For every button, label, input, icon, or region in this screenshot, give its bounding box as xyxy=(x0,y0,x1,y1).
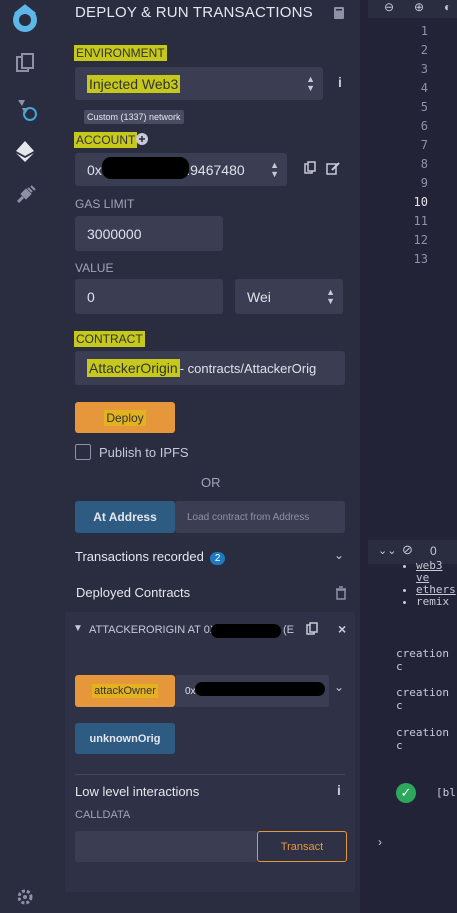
value-unit-select[interactable]: Wei ▲ ▼ xyxy=(235,279,343,314)
line-number: 1 xyxy=(420,24,428,38)
deploy-button[interactable]: Deploy xyxy=(75,402,175,433)
environment-label: ENVIRONMENT xyxy=(74,45,167,61)
low-level-interactions-label: Low level interactions xyxy=(75,784,200,799)
calldata-input[interactable] xyxy=(75,831,257,862)
account-label: ACCOUNT xyxy=(74,132,138,148)
terminal-line: creation c xyxy=(396,726,449,752)
plus-circle-icon[interactable] xyxy=(136,132,148,148)
info-icon[interactable]: i xyxy=(337,782,341,798)
line-number: 13 xyxy=(413,252,428,266)
select-arrows-icon: ▲ ▼ xyxy=(270,159,279,179)
contract-select[interactable]: AttackerOrigin - contracts/AttackerOrig xyxy=(75,351,345,385)
expand-icon[interactable]: ◐ xyxy=(444,0,451,14)
collapse-terminal-icon[interactable]: ⌄⌄ xyxy=(378,544,396,557)
plugin-icon[interactable] xyxy=(0,180,50,210)
pending-tx-count: 0 xyxy=(430,544,437,558)
copy-icon[interactable] xyxy=(304,161,316,178)
environment-select[interactable]: Injected Web3 ▲ ▼ xyxy=(75,67,323,100)
value-label: VALUE xyxy=(75,261,114,275)
line-number: 3 xyxy=(420,62,428,76)
line-number: 5 xyxy=(420,100,428,114)
value-input[interactable]: 0 xyxy=(75,279,223,314)
select-arrows-icon: ▲ ▼ xyxy=(326,286,335,306)
icon-sidebar xyxy=(0,0,50,913)
gas-limit-input[interactable]: 3000000 xyxy=(75,216,223,251)
transact-button[interactable]: Transact xyxy=(257,831,347,862)
line-number: 2 xyxy=(420,43,428,57)
chevron-down-icon[interactable]: ⌄ xyxy=(334,680,344,694)
terminal-line: creation c xyxy=(396,647,449,673)
check-circle-icon: ✓ xyxy=(396,783,416,803)
instance-title: ATTACKERORIGIN AT 0X xyxy=(89,624,218,636)
transactions-recorded[interactable]: Transactions recorded 2 xyxy=(75,549,226,565)
line-number: 9 xyxy=(420,176,428,190)
terminal-block: [bl xyxy=(436,786,456,799)
transactions-count-badge: 2 xyxy=(209,552,226,565)
gas-limit-label: GAS LIMIT xyxy=(75,197,135,211)
zoom-in-icon[interactable]: ⊕ xyxy=(414,0,424,14)
info-icon[interactable]: i xyxy=(338,74,342,90)
or-divider: OR xyxy=(201,475,221,490)
zoom-out-icon[interactable]: ⊖ xyxy=(384,0,394,14)
remix-logo-icon[interactable] xyxy=(0,0,50,36)
deployed-contracts-label: Deployed Contracts xyxy=(76,585,191,600)
network-badge: Custom (1337) network xyxy=(84,110,184,124)
terminal-line: creation c xyxy=(396,686,449,712)
clear-console-icon[interactable]: ⊘ xyxy=(402,542,413,558)
book-icon[interactable] xyxy=(333,6,345,23)
close-icon[interactable]: × xyxy=(338,621,346,637)
line-number: 4 xyxy=(420,81,428,95)
edit-icon[interactable] xyxy=(326,162,340,178)
line-number: 10 xyxy=(413,195,428,209)
deployed-instance: ▼ ATTACKERORIGIN AT 0X (E × attackOwner … xyxy=(65,612,355,892)
instance-suffix: (E xyxy=(283,624,294,636)
redaction-mark xyxy=(195,682,325,696)
editor-toolbar: ⊖ ⊕ ◐ xyxy=(368,0,457,18)
load-contract-input[interactable]: Load contract from Address xyxy=(175,501,345,533)
terminal-prompt-icon[interactable]: › xyxy=(378,835,382,849)
calldata-label: CALLDATA xyxy=(75,809,131,821)
panel-title: DEPLOY & RUN TRANSACTIONS xyxy=(75,4,313,21)
value-unit: Wei xyxy=(247,288,271,305)
terminal-text: remix xyxy=(416,596,457,608)
line-number: 6 xyxy=(420,119,428,133)
terminal-link[interactable]: web3 ve xyxy=(416,560,457,584)
contract-name: AttackerOrigin xyxy=(87,359,180,377)
publish-ipfs-label: Publish to IPFS xyxy=(99,445,189,460)
panel-scrollbar[interactable] xyxy=(360,0,368,913)
select-arrows-icon: ▲ ▼ xyxy=(306,73,315,93)
redaction-mark xyxy=(102,157,189,179)
unknown-orig-button[interactable]: unknownOrig xyxy=(75,723,175,754)
account-prefix: 0x xyxy=(87,161,102,178)
contract-path: - contracts/AttackerOrig xyxy=(179,360,317,376)
copy-icon[interactable] xyxy=(306,622,318,639)
contract-label: CONTRACT xyxy=(74,331,145,347)
trash-icon[interactable] xyxy=(335,586,347,603)
solidity-compiler-icon[interactable] xyxy=(0,94,50,124)
line-number: 12 xyxy=(413,233,428,247)
terminal-link-list: web3 ve ethers remix xyxy=(396,560,457,608)
ethereum-icon[interactable] xyxy=(0,136,50,166)
chevron-down-icon[interactable]: ▼ xyxy=(73,623,83,634)
line-number: 11 xyxy=(413,214,428,228)
environment-value: Injected Web3 xyxy=(87,74,181,93)
file-explorer-icon[interactable] xyxy=(0,48,50,78)
attack-owner-button[interactable]: attackOwner xyxy=(75,675,175,707)
gear-icon[interactable] xyxy=(0,882,50,912)
at-address-button[interactable]: At Address xyxy=(75,501,175,533)
publish-ipfs-checkbox[interactable] xyxy=(75,444,91,460)
line-number: 8 xyxy=(420,157,428,171)
editor-area: ⊖ ⊕ ◐ 12345678910111213 ⌄⌄ ⊘ 0 web3 ve e… xyxy=(368,0,457,913)
line-number: 7 xyxy=(420,138,428,152)
deploy-run-panel: DEPLOY & RUN TRANSACTIONS ENVIRONMENT In… xyxy=(50,0,368,913)
redaction-mark xyxy=(211,624,281,638)
divider xyxy=(75,774,345,775)
chevron-down-icon[interactable]: ⌄ xyxy=(334,548,344,562)
